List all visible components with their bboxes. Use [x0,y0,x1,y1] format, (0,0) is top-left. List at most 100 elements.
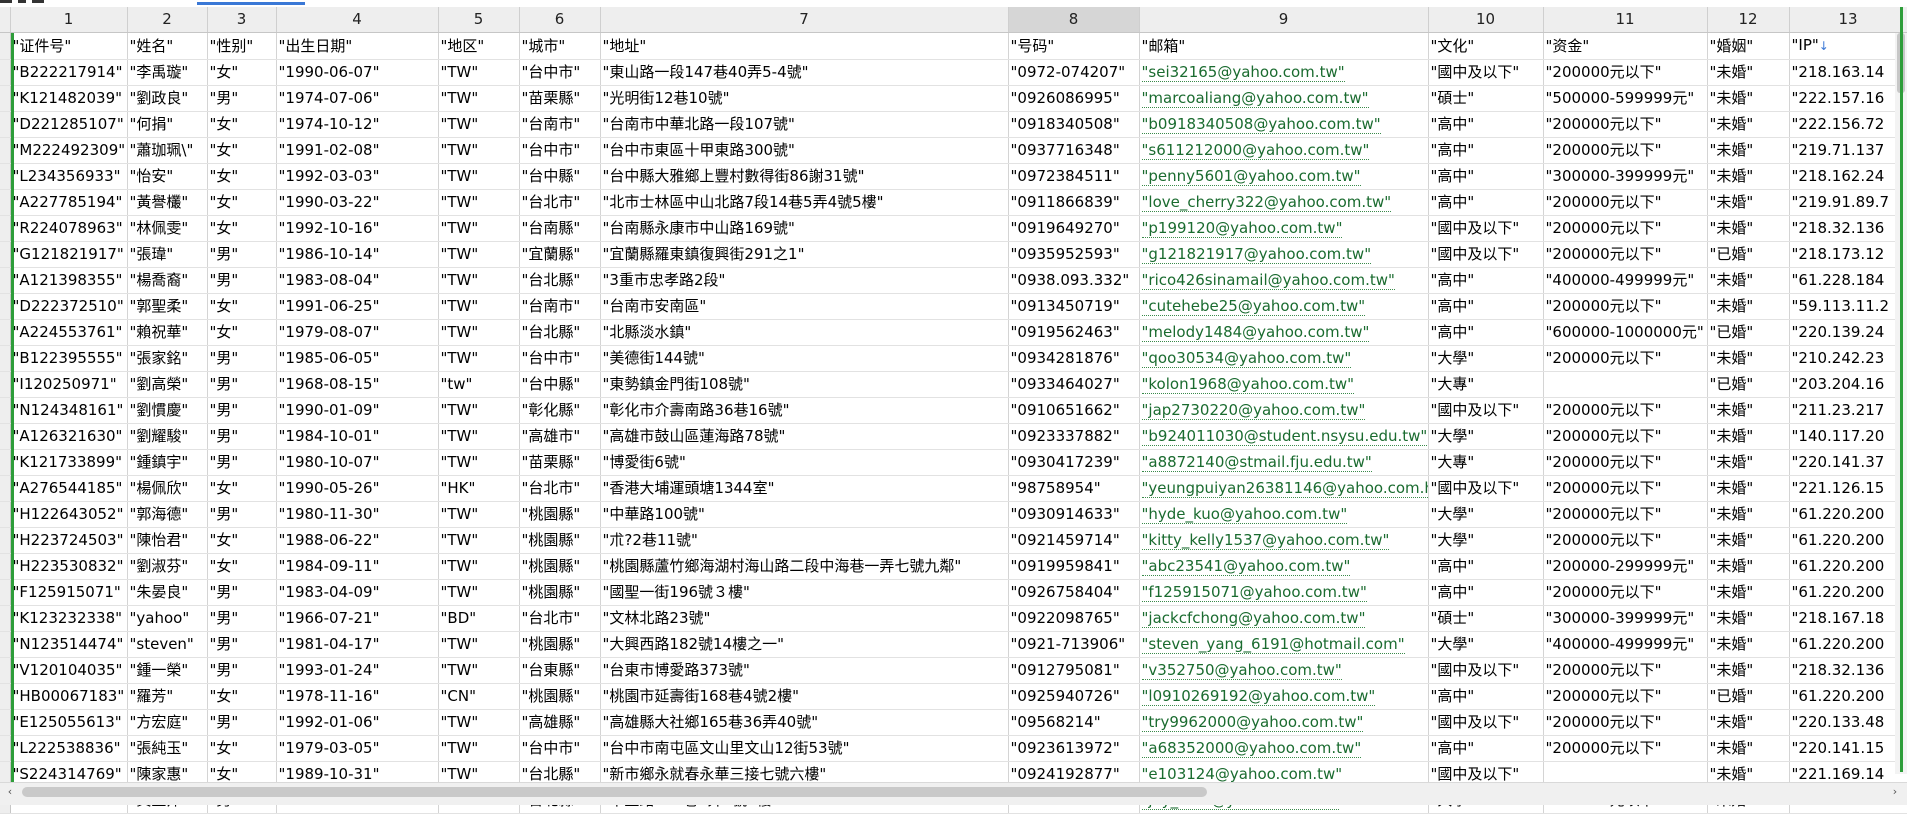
table-cell[interactable]: "朱晏良" [127,579,208,606]
table-cell[interactable]: "TW" [438,345,520,372]
table-cell[interactable]: "E125055613" [10,709,128,736]
table-cell[interactable]: "TW" [438,137,520,164]
table-cell[interactable]: "苗栗縣" [519,85,601,112]
table-cell[interactable]: "220.141.15 [1789,735,1907,762]
table-cell[interactable]: "H223530832" [10,553,128,580]
table-cell[interactable]: "台中縣大雅鄉上豐村數得街86謝31號" [600,163,1009,190]
table-cell[interactable]: "高中" [1428,137,1544,164]
row-header[interactable] [0,267,11,294]
table-row[interactable]: "HB00067183" "羅芳" "女" "1978-11-16" "CN" "桃園縣"… [0,683,1907,710]
row-header[interactable] [0,475,11,502]
table-cell[interactable]: "200000元以下" [1543,215,1708,242]
table-cell[interactable]: "1993-01-24" [276,657,439,684]
table-cell[interactable]: "已婚" [1707,319,1790,346]
table-cell[interactable]: "苗栗縣" [519,449,601,476]
table-cell[interactable]: "未婚" [1707,501,1790,528]
table-cell[interactable]: "國中及以下" [1428,59,1544,86]
table-cell[interactable]: "劉淑芬" [127,553,208,580]
table-cell[interactable]: "L222538836" [10,735,128,762]
table-cell[interactable]: "國中及以下" [1428,397,1544,424]
table-cell[interactable]: "男" [207,501,277,528]
table-cell[interactable]: "已婚" [1707,371,1790,398]
table-cell[interactable]: "TW" [438,501,520,528]
column-header-13[interactable]: 13 [1789,7,1907,33]
table-cell[interactable]: "大興西路182號14樓之一" [600,631,1009,658]
table-cell[interactable]: "A126321630" [10,423,128,450]
row-header[interactable] [0,709,11,736]
table-cell[interactable]: "0925940726" [1008,683,1140,710]
email-link[interactable]: "s611212000@yahoo.com.tw" [1141,141,1370,160]
table-cell[interactable]: "221.126.15 [1789,475,1907,502]
table-cell[interactable]: "qoo30534@yahoo.com.tw" [1139,345,1429,372]
table-cell[interactable]: "steven_yang_6191@hotmail.com" [1139,631,1429,658]
table-cell[interactable]: "台中市" [519,735,601,762]
table-cell[interactable]: "jap2730220@yahoo.com.tw" [1139,397,1429,424]
table-cell[interactable]: "0922098765" [1008,605,1140,632]
table-cell[interactable]: "0972-074207" [1008,59,1140,86]
table-cell[interactable]: "鍾鎮宇" [127,449,208,476]
table-cell[interactable]: "1983-08-04" [276,267,439,294]
column-header-12[interactable]: 12 [1707,7,1790,33]
table-cell[interactable]: "未婚" [1707,59,1790,86]
email-link[interactable]: "cutehebe25@yahoo.com.tw" [1141,297,1366,316]
table-cell[interactable]: "0912795081" [1008,657,1140,684]
table-cell[interactable]: "高雄市" [519,423,601,450]
table-cell[interactable]: "140.117.20 [1789,423,1907,450]
table-cell[interactable]: "200000元以下" [1543,241,1708,268]
row-header[interactable] [0,501,11,528]
table-cell[interactable]: "B122395555" [10,345,128,372]
table-cell[interactable]: "211.23.217 [1789,397,1907,424]
table-cell[interactable]: "200000元以下" [1543,293,1708,320]
table-cell[interactable]: "高中" [1428,683,1544,710]
table-cell[interactable]: "219.71.137 [1789,137,1907,164]
table-cell[interactable]: "國中及以下" [1428,241,1544,268]
table-cell[interactable]: "台南市中華北路一段107號" [600,111,1009,138]
table-cell[interactable]: "218.173.12 [1789,241,1907,268]
row-header[interactable] [0,631,11,658]
table-cell[interactable]: "s611212000@yahoo.com.tw" [1139,137,1429,164]
table-cell[interactable]: "61.220.200 [1789,631,1907,658]
table-cell[interactable]: "怡安" [127,163,208,190]
table-cell[interactable]: "女" [207,475,277,502]
table-cell[interactable]: "出生日期" [276,32,439,60]
table-cell[interactable]: "男" [207,267,277,294]
table-cell[interactable]: "宜蘭縣" [519,241,601,268]
table-cell[interactable]: "1974-07-06" [276,85,439,112]
table-cell[interactable]: "未婚" [1707,189,1790,216]
table-cell[interactable]: "200000元以下" [1543,423,1708,450]
table-cell[interactable]: "200000元以下" [1543,189,1708,216]
table-cell[interactable]: "已婚" [1707,683,1790,710]
email-link[interactable]: "f125915071@yahoo.com.tw" [1141,583,1367,602]
table-cell[interactable]: "0923613972" [1008,735,1140,762]
email-link[interactable]: "v352750@yahoo.com.tw" [1141,661,1342,680]
table-cell[interactable]: "0938.093.332" [1008,267,1140,294]
table-cell[interactable]: "1979-03-05" [276,735,439,762]
table-cell[interactable]: "未婚" [1707,293,1790,320]
row-header[interactable] [0,111,11,138]
table-cell[interactable]: "N124348161" [10,397,128,424]
table-row[interactable]: "A121398355" "楊喬裔" "男" "1983-08-04" "TW" "台北縣… [0,267,1907,294]
table-cell[interactable]: "大學" [1428,631,1544,658]
table-cell[interactable]: "桃園縣" [519,553,601,580]
table-cell[interactable]: "女" [207,163,277,190]
row-header[interactable] [0,371,11,398]
column-header-5[interactable]: 5 [438,7,520,33]
table-cell[interactable]: "IP"↓ [1789,32,1907,60]
table-cell[interactable]: "1966-07-21" [276,605,439,632]
table-cell[interactable]: "09568214" [1008,709,1140,736]
table-cell[interactable]: "H223724503" [10,527,128,554]
table-cell[interactable]: "1986-10-14" [276,241,439,268]
table-cell[interactable]: "東勢鎮金門街108號" [600,371,1009,398]
table-cell[interactable]: "台北縣" [519,267,601,294]
row-header[interactable] [0,241,11,268]
table-cell[interactable]: "桃園縣" [519,579,601,606]
table-cell[interactable]: "400000-499999元" [1543,267,1708,294]
table-cell[interactable]: "台北市" [519,189,601,216]
horizontal-scrollbar[interactable]: ‹ › [0,782,1907,805]
email-link[interactable]: "kolon1968@yahoo.com.tw" [1141,375,1355,394]
table-cell[interactable]: "0972384511" [1008,163,1140,190]
table-cell[interactable]: "1984-10-01" [276,423,439,450]
email-link[interactable]: "steven_yang_6191@hotmail.com" [1141,635,1405,654]
table-cell[interactable]: "L234356933" [10,163,128,190]
table-cell[interactable]: "女" [207,553,277,580]
